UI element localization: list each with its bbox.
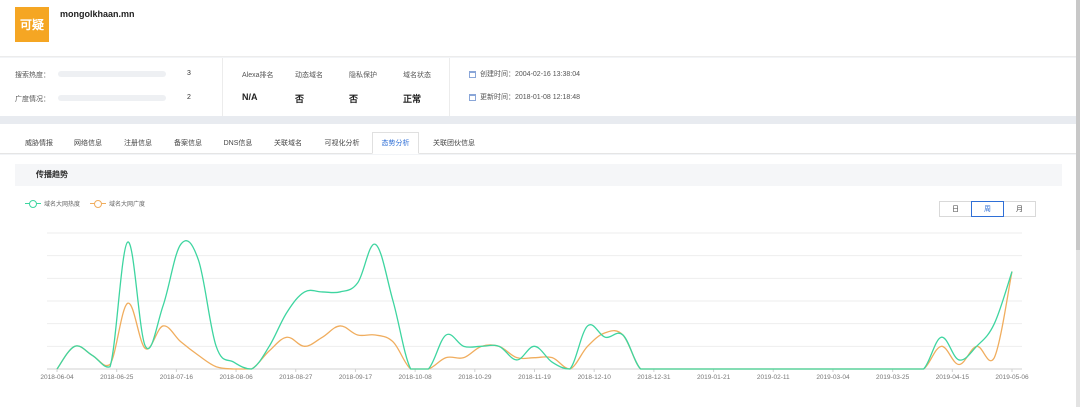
tab-threat-intel[interactable]: 威胁情报: [15, 132, 63, 154]
dynamic-domain-value: 否: [295, 94, 305, 104]
risk-badge: 可疑: [15, 7, 49, 42]
domain-status-label: 域名状态: [403, 72, 431, 79]
created-time-text: 创建时间：2004-02-16 13:38:04: [480, 71, 580, 78]
created-time: 创建时间：2004-02-16 13:38:04: [469, 69, 580, 79]
divider: [222, 58, 223, 116]
x-tick-label: 2019-05-06: [995, 374, 1029, 381]
x-tick-label: 2018-09-17: [339, 374, 373, 381]
breadth-bar: [58, 95, 166, 101]
x-tick-label: 2018-06-04: [40, 374, 74, 381]
series-line-heat: [56, 240, 1013, 370]
x-tick-label: 2018-12-31: [637, 374, 671, 381]
domain-info-panel: 搜索热度： 3 广度情况： 2 Alexa排名 N/A 动态域名 否 隐私保护 …: [0, 58, 1076, 116]
alexa-rank-label: Alexa排名: [242, 72, 274, 79]
calendar-icon: [469, 93, 476, 101]
tab-related-gangs[interactable]: 关联团伙信息: [421, 132, 487, 154]
x-tick-label: 2019-02-11: [757, 374, 790, 381]
x-tick-label: 2019-04-15: [936, 374, 970, 381]
x-tick-label: 2019-03-25: [876, 374, 910, 381]
domain-title: mongolkhaan.mn: [60, 9, 135, 19]
scrollbar-thumb[interactable]: [1076, 0, 1080, 250]
x-tick-label: 2018-08-27: [279, 374, 313, 381]
updated-time: 更新时间：2018-01-08 12:18:48: [469, 92, 580, 102]
section-gap: [0, 116, 1076, 124]
x-tick-label: 2018-07-16: [160, 374, 194, 381]
tab-situation-analysis[interactable]: 态势分析: [372, 132, 419, 154]
series-line-breadth: [56, 271, 1013, 370]
breadth-label: 广度情况：: [15, 96, 50, 103]
alexa-rank-value: N/A: [242, 92, 258, 102]
tab-bar: 威胁情报 网络信息 注册信息 备案信息 DNS信息 关联域名 可视化分析 态势分…: [0, 124, 1076, 154]
calendar-icon: [469, 70, 476, 78]
domain-header: 可疑 mongolkhaan.mn: [0, 0, 1076, 57]
trend-chart: 2018-06-04 2018-06-25 2018-07-16 2018-08-06…: [40, 232, 1029, 381]
domain-status-value: 正常: [403, 94, 422, 104]
tab-related-domains[interactable]: 关联域名: [264, 132, 312, 154]
privacy-value: 否: [349, 94, 359, 104]
tab-dns-info[interactable]: DNS信息: [214, 132, 262, 154]
range-week-button[interactable]: 周: [971, 201, 1004, 217]
x-tick-label: 2018-11-19: [518, 374, 551, 381]
x-tick-label: 2018-12-10: [578, 374, 612, 381]
breadth-value: 2: [187, 94, 191, 101]
x-tick-label: 2018-10-08: [399, 374, 433, 381]
search-heat-bar: [58, 71, 166, 77]
x-tick-label: 2018-08-06: [219, 374, 253, 381]
dynamic-domain-label: 动态域名: [295, 72, 323, 79]
tab-filing-info[interactable]: 备案信息: [164, 132, 212, 154]
scrollbar[interactable]: [1076, 0, 1080, 407]
x-tick-label: 2018-10-29: [458, 374, 492, 381]
trend-panel: 传播趋势 域名大网热度 域名大网广度 日 周 月 2018-06-04 2018-…: [0, 155, 1076, 407]
tab-visual-analysis[interactable]: 可视化分析: [314, 132, 370, 154]
divider: [449, 58, 450, 116]
tab-network-info[interactable]: 网络信息: [64, 132, 112, 154]
privacy-label: 隐私保护: [349, 72, 377, 79]
x-tick-label: 2019-01-21: [697, 374, 731, 381]
search-heat-label: 搜索热度：: [15, 72, 50, 79]
x-tick-label: 2019-03-04: [816, 374, 850, 381]
x-tick-label: 2018-06-25: [100, 374, 134, 381]
updated-time-text: 更新时间：2018-01-08 12:18:48: [480, 94, 580, 101]
search-heat-value: 3: [187, 70, 191, 77]
tab-registration[interactable]: 注册信息: [114, 132, 162, 154]
